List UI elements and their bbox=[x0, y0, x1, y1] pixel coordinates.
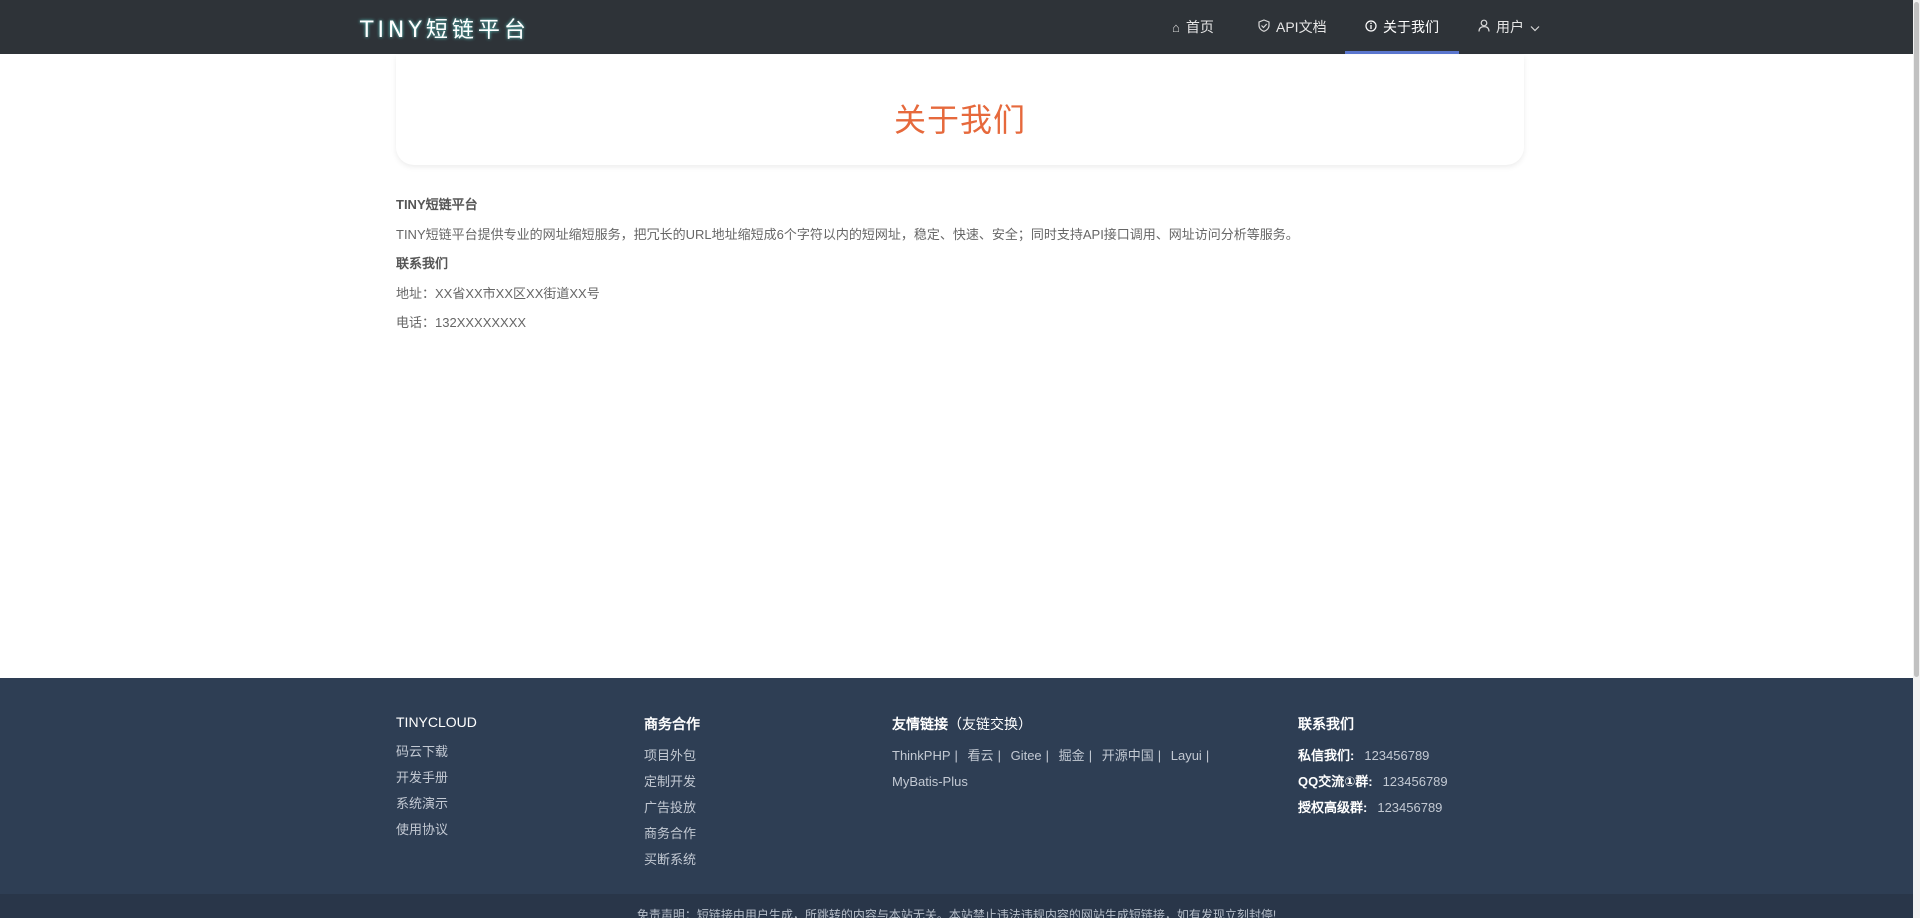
footer-heading: 联系我们 bbox=[1298, 716, 1354, 732]
page-scrollbar[interactable] bbox=[1913, 0, 1920, 918]
platform-heading: TINY短链平台 bbox=[396, 197, 478, 212]
contact-address: 地址：XX省XX市XX区XX街道XX号 bbox=[396, 285, 600, 301]
link-separator: | bbox=[1205, 748, 1210, 763]
nav-api-docs[interactable]: API文档 bbox=[1258, 0, 1327, 54]
friend-link[interactable]: Gitee bbox=[1011, 748, 1042, 763]
footer-link[interactable]: 广告投放 bbox=[644, 795, 700, 821]
page-title: 关于我们 bbox=[893, 102, 1026, 138]
footer-link[interactable]: 商务合作 bbox=[644, 821, 700, 847]
link-separator: | bbox=[997, 748, 1001, 763]
friend-link[interactable]: 掘金 bbox=[1059, 748, 1085, 763]
footer-link[interactable]: 定制开发 bbox=[644, 769, 700, 795]
user-icon bbox=[1478, 19, 1490, 35]
footer-col-friend-links: 友情链接（友链交换） ThinkPHP | 看云 | Gitee | 掘金 | 开源中国… bbox=[892, 714, 1252, 795]
chevron-down-icon bbox=[1530, 20, 1540, 35]
footer-link[interactable]: 系统演示 bbox=[396, 791, 477, 817]
nav-user-menu[interactable]: 用户 bbox=[1478, 0, 1540, 54]
footer-link[interactable]: 开发手册 bbox=[396, 765, 477, 791]
nav-user-label: 用户 bbox=[1496, 19, 1524, 35]
footer-heading: 商务合作 bbox=[644, 716, 700, 732]
friend-link[interactable]: 开源中国 bbox=[1102, 748, 1154, 763]
nav-home[interactable]: ⌂ 首页 bbox=[1172, 0, 1214, 54]
nav-about-us[interactable]: 关于我们 bbox=[1345, 0, 1459, 54]
footer-link[interactable]: 项目外包 bbox=[644, 743, 700, 769]
contact-label: 私信我们: bbox=[1298, 748, 1355, 763]
friend-link[interactable]: ThinkPHP bbox=[892, 748, 951, 763]
platform-description: TINY短链平台提供专业的网址缩短服务，把冗长的URL地址缩短成6个字符以内的短… bbox=[396, 226, 1299, 242]
footer-col-contact: 联系我们 私信我们: 123456789 QQ交流①群: 123456789 授权高… bbox=[1298, 714, 1448, 821]
friend-link[interactable]: 看云 bbox=[968, 748, 994, 763]
page-title-card: 关于我们 bbox=[396, 55, 1524, 165]
contact-value: 123456789 bbox=[1382, 774, 1448, 789]
link-separator: | bbox=[1088, 748, 1093, 763]
link-separator: | bbox=[1157, 748, 1162, 763]
nav-about-label: 关于我们 bbox=[1383, 19, 1439, 35]
link-separator: | bbox=[954, 748, 958, 763]
link-separator: | bbox=[1045, 748, 1050, 763]
home-icon: ⌂ bbox=[1172, 19, 1180, 35]
friend-links-title: 友情链接 bbox=[892, 716, 948, 732]
site-footer: TINYCLOUD 码云下载 开发手册 系统演示 使用协议 商务合作 项目外包 … bbox=[0, 678, 1913, 918]
nav-home-label: 首页 bbox=[1185, 19, 1214, 35]
footer-link[interactable]: 使用协议 bbox=[396, 817, 477, 843]
about-content: TINY短链平台 TINY短链平台提供专业的网址缩短服务，把冗长的URL地址缩短… bbox=[396, 190, 1524, 338]
contact-value: 123456789 bbox=[1377, 800, 1443, 815]
info-circle-icon bbox=[1365, 19, 1377, 35]
footer-heading: TINYCLOUD bbox=[396, 714, 477, 730]
contact-row: 授权高级群: 123456789 bbox=[1298, 795, 1448, 821]
footer-heading: 友情链接（友链交换） bbox=[892, 714, 1252, 734]
shield-check-icon bbox=[1258, 19, 1270, 35]
contact-label: 授权高级群: bbox=[1298, 800, 1368, 815]
contact-row: QQ交流①群: 123456789 bbox=[1298, 769, 1448, 795]
footer-link[interactable]: 买断系统 bbox=[644, 847, 700, 873]
top-navbar: TINY短链平台 ⌂ 首页 API文档 关于我们 用户 bbox=[0, 0, 1920, 54]
contact-phone: 电话：132XXXXXXXX bbox=[396, 315, 527, 330]
contact-row: 私信我们: 123456789 bbox=[1298, 743, 1448, 769]
site-logo[interactable]: TINY短链平台 bbox=[360, 12, 530, 44]
scrollbar-thumb[interactable] bbox=[1914, 2, 1919, 677]
contact-label: QQ交流①群: bbox=[1298, 774, 1373, 789]
nav-api-label: API文档 bbox=[1276, 19, 1327, 35]
footer-disclaimer: 免责声明：短链接由用户生成，所跳转的内容与本站无关。本站禁止违法违规内容的网站生… bbox=[0, 894, 1913, 918]
friend-link[interactable]: Layui bbox=[1171, 748, 1202, 763]
contact-value: 123456789 bbox=[1364, 748, 1430, 763]
friend-link[interactable]: MyBatis-Plus bbox=[892, 774, 968, 789]
friend-links-list: ThinkPHP | 看云 | Gitee | 掘金 | 开源中国 | Layui | My… bbox=[892, 743, 1252, 795]
contact-heading: 联系我们 bbox=[396, 256, 449, 271]
friend-links-note: （友链交换） bbox=[948, 716, 1032, 732]
footer-col-tinycloud: TINYCLOUD 码云下载 开发手册 系统演示 使用协议 bbox=[396, 714, 477, 843]
footer-link[interactable]: 码云下载 bbox=[396, 739, 477, 765]
footer-col-business: 商务合作 项目外包 定制开发 广告投放 商务合作 买断系统 bbox=[644, 714, 700, 873]
